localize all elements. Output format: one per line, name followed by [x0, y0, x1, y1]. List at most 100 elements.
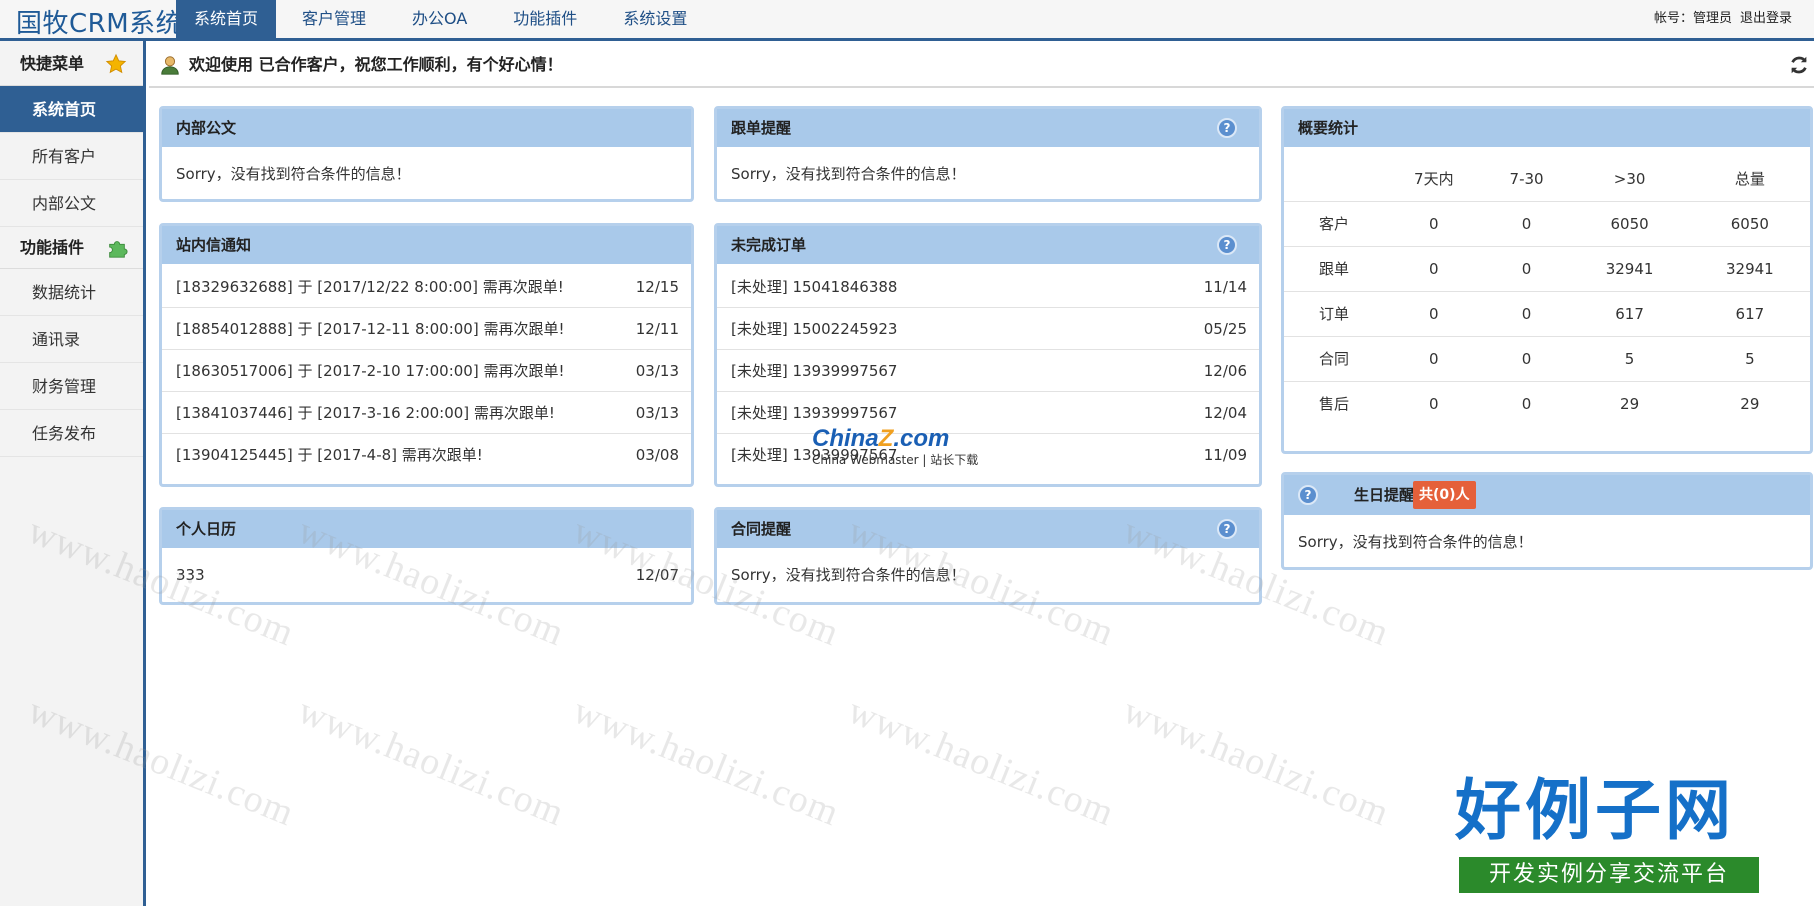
stats-cell: 32941	[1569, 245, 1690, 291]
account-label: 帐号：管理员	[1654, 11, 1733, 26]
sidebar-item-finance[interactable]: 财务管理	[0, 363, 143, 410]
puzzle-icon	[109, 241, 128, 258]
panel-title-bar: ? 生日提醒 共(0)人	[1284, 475, 1810, 515]
nav-tab-customers[interactable]: 客户管理	[284, 0, 384, 38]
stats-cell: 0	[1483, 245, 1570, 291]
account-area: 帐号：管理员 退出登录	[1654, 0, 1814, 38]
stats-header-over-30: >30	[1613, 169, 1646, 188]
list-item[interactable]: [未处理] 15002245923 05/25	[717, 308, 1259, 350]
stats-cell: 0	[1384, 245, 1484, 291]
order-text: [未处理] 13939997567	[731, 362, 898, 380]
watermark-text: www.haolizi.com	[1117, 689, 1396, 835]
nav-tab-office-oa[interactable]: 办公OA	[394, 0, 485, 38]
watermark-text: www.haolizi.com	[567, 689, 846, 835]
message-date: 03/13	[635, 362, 679, 380]
order-date: 12/04	[1203, 404, 1247, 422]
list-item[interactable]: [18329632688] 于 [2017/12/22 8:00:00] 需再次…	[162, 266, 691, 308]
panel-title: 个人日历	[162, 510, 691, 548]
top-nav: 系统首页 客户管理 办公OA 功能插件 系统设置	[176, 0, 705, 38]
help-icon[interactable]: ?	[1217, 519, 1237, 539]
refresh-icon[interactable]	[1788, 54, 1810, 76]
panel-title-bar: 跟单提醒?	[717, 109, 1259, 147]
list-item[interactable]: [18630517006] 于 [2017-2-10 17:00:00] 需再次…	[162, 350, 691, 392]
stats-cell: 0	[1483, 290, 1570, 336]
stats-cell: 6050	[1569, 200, 1690, 246]
stats-cell: 617	[1569, 290, 1690, 336]
logout-link[interactable]: 退出登录	[1740, 11, 1792, 26]
stats-header-7days: 7天内	[1414, 170, 1454, 189]
stats-table: 7天内 7-30 >30 总量 客户 0 0 6050 6050 跟单 0 0 …	[1284, 157, 1810, 426]
panel-title: 未完成订单	[731, 236, 807, 254]
stats-row-label: 客户	[1284, 200, 1384, 246]
stats-cell: 29	[1569, 380, 1690, 426]
panel-title: 内部公文	[162, 109, 691, 147]
empty-message: Sorry，没有找到符合条件的信息！	[176, 165, 411, 183]
sidebar-item-all-customers[interactable]: 所有客户	[0, 133, 143, 180]
list-item[interactable]: [13841037446] 于 [2017-3-16 2:00:00] 需再次跟…	[162, 392, 691, 434]
stats-cell: 617	[1689, 290, 1810, 336]
nav-tab-settings[interactable]: 系统设置	[605, 0, 705, 38]
help-icon[interactable]: ?	[1217, 235, 1237, 255]
brand-subtitle: 开发实例分享交流平台	[1459, 857, 1759, 893]
order-date: 11/09	[1203, 446, 1247, 464]
nav-tab-plugins[interactable]: 功能插件	[495, 0, 595, 38]
message-text: [18329632688] 于 [2017/12/22 8:00:00] 需再次…	[176, 278, 564, 296]
message-text: [13841037446] 于 [2017-3-16 2:00:00] 需再次跟…	[176, 404, 555, 422]
order-text: [未处理] 13939997567	[731, 404, 898, 422]
stats-header-total: 总量	[1734, 170, 1765, 189]
sidebar-section-title: 功能插件	[20, 238, 85, 257]
sidebar-section-title: 快捷菜单	[20, 54, 85, 73]
panel-title: 站内信通知	[162, 226, 691, 264]
table-row: 售后 0 0 29 29	[1284, 380, 1810, 426]
list-item[interactable]: [13904125445] 于 [2017-4-8] 需再次跟单! 03/08	[162, 434, 691, 476]
panel-title-bar: 合同提醒?	[717, 510, 1259, 548]
brand-watermark: 好例子网 开发实例分享交流平台	[1455, 775, 1759, 895]
stats-cell: 6050	[1689, 200, 1810, 246]
stats-cell: 0	[1483, 335, 1570, 381]
stats-cell: 0	[1384, 380, 1484, 426]
list-item[interactable]: 333 12/07	[162, 554, 691, 596]
message-date: 12/11	[635, 320, 679, 338]
app-logo: 国牧CRM系统	[16, 9, 183, 39]
stats-row-label: 订单	[1284, 290, 1384, 336]
panel-orders: 未完成订单? [未处理] 15041846388 11/14 [未处理] 1500…	[714, 223, 1262, 487]
sidebar-section-quick-menu: 快捷菜单	[0, 41, 143, 86]
stats-row-label: 售后	[1284, 380, 1384, 426]
table-row: 跟单 0 0 32941 32941	[1284, 245, 1810, 291]
sidebar-section-plugins: 功能插件	[0, 227, 143, 269]
list-item[interactable]: [未处理] 15041846388 11/14	[717, 266, 1259, 308]
message-date: 03/08	[635, 446, 679, 464]
panel-birthday: ? 生日提醒 共(0)人 Sorry，没有找到符合条件的信息！	[1281, 472, 1813, 570]
table-row: 合同 0 0 5 5	[1284, 335, 1810, 381]
message-text: [18630517006] 于 [2017-2-10 17:00:00] 需再次…	[176, 362, 565, 380]
list-item[interactable]: [18854012888] 于 [2017-12-11 8:00:00] 需再次…	[162, 308, 691, 350]
empty-message: Sorry，没有找到符合条件的信息！	[731, 165, 966, 183]
message-date: 03/13	[635, 404, 679, 422]
message-text: [18854012888] 于 [2017-12-11 8:00:00] 需再次…	[176, 320, 565, 338]
sidebar-item-home[interactable]: 系统首页	[0, 86, 143, 133]
list-item[interactable]: [未处理] 13939997567 12/06	[717, 350, 1259, 392]
stats-header-blank	[1284, 157, 1384, 201]
stats-cell: 5	[1689, 335, 1810, 381]
stats-cell: 0	[1384, 335, 1484, 381]
message-text: [13904125445] 于 [2017-4-8] 需再次跟单!	[176, 446, 483, 464]
sidebar-item-internal-doc[interactable]: 内部公文	[0, 180, 143, 227]
help-icon[interactable]: ?	[1217, 118, 1237, 138]
sidebar-item-contacts[interactable]: 通讯录	[0, 316, 143, 363]
help-icon[interactable]: ?	[1298, 485, 1318, 505]
sidebar-item-data-stats[interactable]: 数据统计	[0, 269, 143, 316]
list-item[interactable]: [未处理] 13939997567 12/04	[717, 392, 1259, 434]
panel-stats: 概要统计 7天内 7-30 >30 总量 客户 0 0 6050 6050 跟单…	[1281, 106, 1813, 454]
stats-header-7-30: 7-30	[1509, 169, 1544, 188]
nav-tab-home[interactable]: 系统首页	[176, 0, 277, 38]
table-row: 客户 0 0 6050 6050	[1284, 200, 1810, 246]
order-date: 12/06	[1203, 362, 1247, 380]
stats-cell: 0	[1483, 380, 1570, 426]
panel-internal-doc: 内部公文 Sorry，没有找到符合条件的信息！	[159, 106, 694, 202]
stats-cell: 5	[1569, 335, 1690, 381]
panel-title: 跟单提醒	[731, 119, 792, 137]
user-icon	[161, 56, 179, 75]
stats-cell: 32941	[1689, 245, 1810, 291]
sidebar-item-tasks[interactable]: 任务发布	[0, 410, 143, 457]
list-item[interactable]: [未处理] 13939997567 11/09	[717, 434, 1259, 476]
